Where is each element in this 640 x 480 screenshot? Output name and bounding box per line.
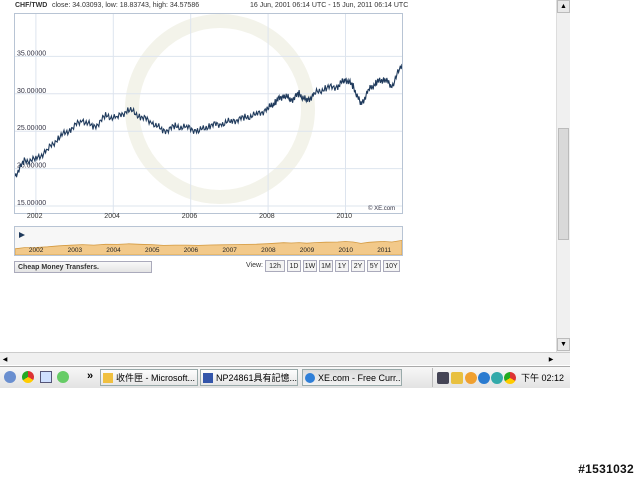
navigator-year-label: 2002 bbox=[29, 247, 44, 254]
taskbar-button-label: XE.com - Free Curr... bbox=[318, 372, 402, 383]
desktop-icon[interactable] bbox=[4, 371, 16, 383]
ie-icon bbox=[305, 372, 315, 383]
navigator-year-label: 2008 bbox=[261, 247, 276, 254]
xe-watermark-logo bbox=[125, 14, 315, 204]
tray-globe-icon[interactable] bbox=[478, 372, 490, 384]
taskbar-button-label: NP24861具有記憶... bbox=[216, 373, 298, 383]
word-icon bbox=[203, 372, 213, 383]
chevron-right-icon[interactable]: » bbox=[87, 370, 93, 382]
x-tick-label: 2008 bbox=[259, 213, 275, 220]
navigator-year-label: 2004 bbox=[106, 247, 121, 254]
series-line bbox=[14, 63, 403, 178]
scroll-thumb[interactable] bbox=[558, 128, 569, 240]
scroll-up-arrow-icon[interactable]: ▲ bbox=[557, 0, 570, 13]
navigator-year-label: 2007 bbox=[222, 247, 237, 254]
view-button-12h[interactable]: 12h bbox=[265, 260, 285, 272]
navigator-year-label: 2009 bbox=[300, 247, 315, 254]
y-tick-label: 15.00000 bbox=[17, 200, 46, 207]
cheap-money-transfers-button[interactable]: Cheap Money Transfers. bbox=[14, 261, 152, 273]
navigator-year-label: 2010 bbox=[338, 247, 353, 254]
view-button-1d[interactable]: 1D bbox=[287, 260, 301, 272]
play-arrow-icon bbox=[19, 232, 25, 238]
tray-chrome-icon[interactable] bbox=[504, 372, 516, 384]
tray-monitor-icon[interactable] bbox=[437, 372, 449, 384]
clock: 下午 02:12 bbox=[521, 373, 565, 383]
x-tick-label: 2006 bbox=[181, 213, 198, 220]
scroll-left-arrow-icon[interactable]: ◀ bbox=[0, 353, 10, 365]
paint-icon[interactable] bbox=[40, 371, 52, 383]
tray-mail-icon[interactable] bbox=[451, 372, 463, 384]
chart-date-range: 16 Jun, 2001 06:14 UTC - 15 Jun, 2011 06… bbox=[250, 2, 409, 9]
range-navigator-svg: 2002 2003 2004 2005 2006 2007 2008 2009 2010 2011 bbox=[14, 232, 403, 256]
currency-pair-label: CHF/TWD bbox=[15, 2, 48, 9]
network-icon[interactable] bbox=[57, 371, 69, 383]
navigator-year-label: 2005 bbox=[145, 247, 160, 254]
view-button-1y[interactable]: 1Y bbox=[335, 260, 349, 272]
system-tray: 下午 02:12 bbox=[432, 368, 571, 387]
view-button-10y[interactable]: 10Y bbox=[383, 260, 400, 272]
view-button-1m[interactable]: 1M bbox=[319, 260, 333, 272]
tray-update-icon[interactable] bbox=[465, 372, 477, 384]
view-button-2y[interactable]: 2Y bbox=[351, 260, 365, 272]
chart-stats: close: 34.03093, low: 18.83743, high: 34… bbox=[52, 2, 200, 9]
view-button-5y[interactable]: 5Y bbox=[367, 260, 381, 272]
browser-viewport: CHF/TWD close: 34.03093, low: 18.83743, … bbox=[0, 0, 556, 352]
view-label: View: bbox=[246, 262, 263, 269]
view-button-1w[interactable]: 1W bbox=[303, 260, 317, 272]
main-chart-svg: 15.0000020.0000025.0000030.0000035.00000… bbox=[14, 14, 403, 213]
taskbar-button-xe[interactable]: XE.com - Free Curr... bbox=[302, 369, 402, 386]
y-tick-label: 25.00000 bbox=[17, 125, 46, 132]
taskbar-button-outlook[interactable]: 收件匣 - Microsoft... bbox=[100, 369, 198, 386]
chrome-icon[interactable] bbox=[22, 371, 34, 383]
y-tick-label: 35.00000 bbox=[17, 50, 46, 57]
taskbar: » 收件匣 - Microsoft... NP24861具有記憶... XE.c… bbox=[0, 366, 570, 388]
horizontal-scrollbar[interactable]: ◀ ▶ bbox=[0, 352, 570, 365]
y-tick-label: 30.00000 bbox=[17, 88, 46, 95]
scroll-right-arrow-icon[interactable]: ▶ bbox=[546, 353, 556, 365]
vertical-scrollbar[interactable]: ▲ ▼ bbox=[556, 0, 570, 352]
taskbar-button-label: 收件匣 - Microsoft... bbox=[116, 373, 196, 383]
navigator-year-label: 2011 bbox=[377, 247, 391, 254]
scroll-down-arrow-icon[interactable]: ▼ bbox=[557, 338, 570, 351]
x-tick-label: 2002 bbox=[26, 213, 43, 220]
tray-network-icon[interactable] bbox=[491, 372, 503, 384]
range-navigator[interactable]: 2002 2003 2004 2005 2006 2007 2008 2009 2010 2011 bbox=[14, 226, 403, 256]
watermark: #1531032 bbox=[578, 462, 634, 476]
main-chart[interactable]: 15.00000 20.00000 25.00000 30.00000 35.00000… bbox=[14, 13, 403, 214]
outlook-icon bbox=[103, 372, 113, 383]
source-label: © XE.com bbox=[368, 205, 395, 212]
navigator-year-label: 2003 bbox=[68, 247, 83, 254]
x-axis: 2002 2004 2006 2008 2010 bbox=[14, 213, 403, 223]
navigator-year-label: 2006 bbox=[184, 247, 199, 254]
taskbar-button-word[interactable]: NP24861具有記憶... bbox=[200, 369, 298, 386]
x-tick-label: 2010 bbox=[336, 213, 353, 220]
x-tick-label: 2004 bbox=[104, 213, 120, 220]
